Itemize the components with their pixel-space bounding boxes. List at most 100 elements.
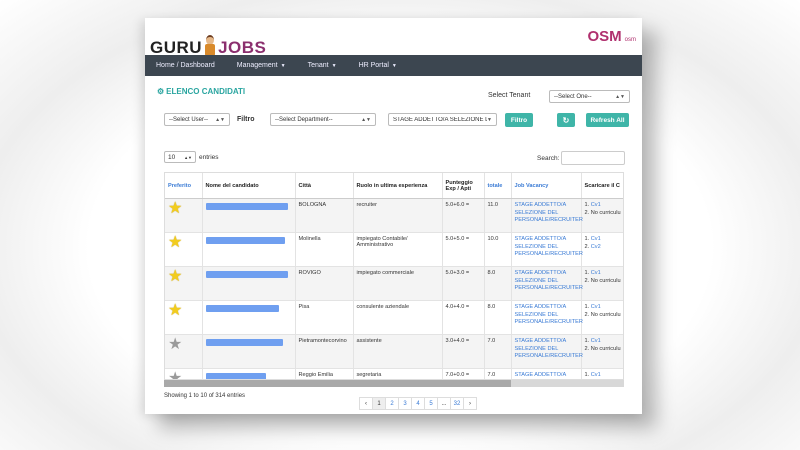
nav-home-dashboard[interactable]: Home / Dashboard bbox=[145, 62, 226, 69]
pagination-page-5[interactable]: 5 bbox=[424, 397, 438, 410]
col-header-citta[interactable]: Città bbox=[295, 173, 354, 199]
cv-item: 2. No curriculu bbox=[584, 345, 624, 354]
col-header-punteggio[interactable]: Punteggio Exp / Apti bbox=[442, 173, 485, 199]
col-header-totale[interactable]: totale bbox=[484, 173, 512, 199]
cv-download-link[interactable]: Cv1 bbox=[591, 270, 601, 276]
job-vacancy-line: PERSONALE/RECRUITER bbox=[514, 251, 583, 257]
cv-item-text: 2. No curriculu bbox=[584, 277, 621, 284]
col-header-scaricare-cv[interactable]: Scaricare il C bbox=[581, 173, 623, 199]
nav-label: HR Portal bbox=[358, 62, 389, 69]
cell-cv: 1. Cv12. No curriculu bbox=[581, 300, 624, 335]
job-vacancy-select-value: STAGE ADDETTO/A SELEZIONE DE bbox=[393, 116, 488, 123]
chevron-down-icon: ▼ bbox=[331, 62, 337, 69]
job-vacancy-link[interactable]: STAGE ADDETTO/ASELEZIONE DELPERSONALE/RE… bbox=[514, 304, 583, 327]
redacted-name[interactable] bbox=[205, 305, 280, 312]
filter-button[interactable]: Filtro bbox=[505, 113, 533, 127]
cell-cv: 1. Cv12. No curriculu bbox=[581, 266, 623, 301]
search-input[interactable] bbox=[561, 151, 626, 165]
cell-cv: 1. Cv12. No curriculu bbox=[581, 368, 623, 379]
nav-tenant[interactable]: Tenant ▼ bbox=[297, 62, 348, 69]
table-info: Showing 1 to 10 of 314 entries bbox=[164, 393, 246, 399]
user-select-value: --Select User-- bbox=[169, 116, 209, 123]
cell-totale: 8.0 bbox=[484, 266, 512, 301]
table-row: ★ Pisa consulente aziendale 4.0+4.0 = 8.0 STA… bbox=[165, 300, 624, 335]
cell-job-vacancy: STAGE ADDETTO/ASELEZIONE DELPERSONALE/RE… bbox=[511, 334, 583, 369]
job-vacancy-link[interactable]: STAGE ADDETTO/ASELEZIONE DELPERSONALE/RE… bbox=[514, 236, 583, 259]
cell-ruolo: assistente bbox=[353, 334, 443, 369]
cell-cv: 1. Cv12. No curriculu bbox=[581, 334, 624, 369]
star-filled-icon[interactable]: ★ bbox=[168, 201, 199, 217]
cv-item: 1. Cv1 bbox=[585, 304, 624, 312]
col-header-ruolo[interactable]: Ruolo in ultima esperienza bbox=[353, 173, 443, 199]
pagination-page-4[interactable]: 4 bbox=[411, 397, 425, 410]
user-select[interactable]: --Select User-- ▲▼ bbox=[164, 113, 230, 126]
gears-icon: ⚙ bbox=[157, 87, 165, 96]
star-filled-icon[interactable]: ★ bbox=[168, 235, 199, 251]
job-vacancy-select[interactable]: STAGE ADDETTO/A SELEZIONE DE ▼ bbox=[388, 113, 497, 126]
pagination-page-1[interactable]: 1 bbox=[372, 397, 386, 410]
pagination-prev-button[interactable]: ‹ bbox=[359, 397, 373, 410]
job-vacancy-link[interactable]: STAGE ADDETTO/ASELEZIONE DELPERSONALE/RE… bbox=[515, 338, 583, 361]
cv-download-link[interactable]: Cv1 bbox=[591, 304, 601, 310]
osm-sub-label: osm bbox=[624, 37, 636, 43]
reset-button[interactable]: ↻ bbox=[557, 113, 575, 127]
pagination-next-button[interactable]: › bbox=[463, 397, 477, 410]
col-header-nome[interactable]: Nome del candidato bbox=[202, 173, 296, 199]
redacted-name[interactable] bbox=[205, 237, 285, 244]
entries-select[interactable]: 10 ▲▼ bbox=[164, 151, 196, 163]
cell-citta: ROVIGO bbox=[295, 266, 354, 301]
job-vacancy-line: PERSONALE/RECRUITER bbox=[514, 319, 583, 325]
cell-job-vacancy: STAGE ADDETTO/ASELEZIONE DELPERSONALE/RE… bbox=[511, 368, 582, 379]
cell-nome bbox=[202, 368, 296, 379]
cv-item: 1. Cv1 bbox=[585, 202, 624, 210]
job-vacancy-line: SELEZIONE DEL bbox=[514, 277, 559, 284]
redacted-name[interactable] bbox=[205, 203, 289, 210]
cell-preferito: ★ bbox=[165, 334, 203, 369]
star-empty-icon[interactable]: ★ bbox=[168, 337, 199, 353]
cv-download-link[interactable]: Cv2 bbox=[591, 244, 601, 250]
cv-download-link[interactable]: Cv1 bbox=[591, 372, 601, 378]
cv-download-link[interactable]: Cv1 bbox=[591, 338, 601, 344]
cell-punteggio: 5.0+3.0 = bbox=[442, 266, 485, 301]
cell-preferito: ★ bbox=[165, 368, 203, 380]
cv-item: 2. Cv2 bbox=[585, 244, 624, 252]
job-vacancy-link[interactable]: STAGE ADDETTO/ASELEZIONE DELPERSONALE/RE… bbox=[514, 270, 583, 293]
cv-download-link[interactable]: Cv1 bbox=[591, 236, 601, 242]
chevron-down-icon: ▲▼ bbox=[615, 93, 625, 100]
pagination-page-32[interactable]: 32 bbox=[450, 397, 464, 410]
cv-item-text: 2. No curriculu bbox=[584, 345, 621, 352]
star-empty-icon[interactable]: ★ bbox=[168, 371, 199, 380]
star-filled-icon[interactable]: ★ bbox=[168, 303, 199, 319]
job-vacancy-line: SELEZIONE DEL bbox=[514, 243, 559, 250]
horizontal-scrollbar[interactable] bbox=[164, 380, 624, 387]
job-vacancy-link[interactable]: STAGE ADDETTO/ASELEZIONE DELPERSONALE/RE… bbox=[515, 372, 578, 379]
cell-citta: Molinella bbox=[295, 232, 354, 267]
cv-item-text: 2. No curriculu bbox=[584, 311, 621, 318]
star-filled-icon[interactable]: ★ bbox=[168, 269, 199, 285]
pagination-page-3[interactable]: 3 bbox=[398, 397, 412, 410]
nav-hr-portal[interactable]: HR Portal ▼ bbox=[348, 62, 408, 69]
redacted-name[interactable] bbox=[205, 271, 289, 278]
cell-job-vacancy: STAGE ADDETTO/ASELEZIONE DELPERSONALE/RE… bbox=[511, 198, 583, 233]
redacted-name[interactable] bbox=[205, 373, 266, 379]
scrollbar-thumb[interactable] bbox=[164, 380, 511, 387]
job-vacancy-link[interactable]: STAGE ADDETTO/ASELEZIONE DELPERSONALE/RE… bbox=[515, 202, 583, 225]
department-select-value: --Select Department-- bbox=[275, 116, 333, 123]
nav-label: Home / Dashboard bbox=[156, 62, 215, 69]
cv-item: 1. Cv1 bbox=[585, 236, 624, 244]
nav-management[interactable]: Management ▼ bbox=[226, 62, 297, 69]
cv-download-link[interactable]: Cv1 bbox=[591, 202, 601, 208]
cell-cv: 1. Cv12. No curriculu bbox=[581, 198, 624, 233]
redacted-name[interactable] bbox=[205, 339, 283, 346]
pagination-page-2[interactable]: 2 bbox=[385, 397, 399, 410]
tenant-label: Select Tenant bbox=[488, 92, 531, 99]
top-navbar: Home / Dashboard Management ▼ Tenant ▼ HR … bbox=[145, 55, 642, 76]
filter-label: Filtro bbox=[237, 116, 255, 123]
refresh-all-button[interactable]: Refresh All bbox=[586, 113, 629, 127]
department-select[interactable]: --Select Department-- ▲▼ bbox=[270, 113, 376, 126]
cell-punteggio: 3.0+4.0 = bbox=[442, 334, 485, 369]
col-header-preferito[interactable]: Preferito bbox=[165, 173, 203, 199]
search-control: Search: bbox=[537, 151, 626, 165]
tenant-select[interactable]: --Select One-- ▲▼ bbox=[549, 90, 630, 103]
col-header-job-vacancy[interactable]: Job Vacancy bbox=[511, 173, 582, 199]
